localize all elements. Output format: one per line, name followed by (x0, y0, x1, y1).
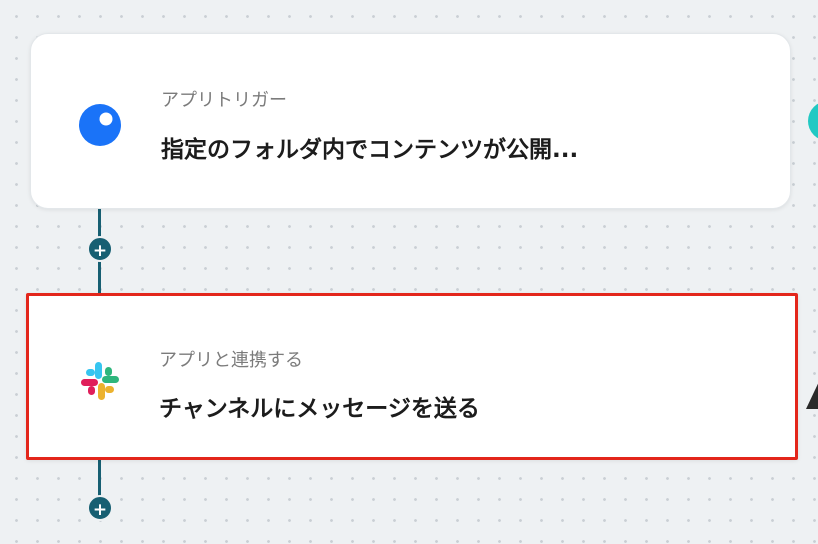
add-step-button[interactable]: + (87, 236, 113, 262)
adjacent-warning-icon (806, 371, 818, 409)
add-step-button[interactable]: + (87, 495, 113, 521)
step-subtitle: アプリトリガー (161, 90, 287, 111)
flow-step-trigger[interactable]: アプリトリガー 指定のフォルダ内でコンテンツが公開... (30, 33, 791, 209)
slack-icon (77, 358, 123, 408)
trigger-app-icon (79, 104, 121, 150)
step-title: チャンネルにメッセージを送る (159, 396, 480, 422)
step-subtitle: アプリと連携する (159, 350, 303, 371)
step-title: 指定のフォルダ内でコンテンツが公開... (161, 137, 579, 163)
flow-step-slack-action[interactable]: アプリと連携する チャンネルにメッセージを送る (26, 293, 798, 460)
adjacent-node-icon (808, 101, 818, 141)
